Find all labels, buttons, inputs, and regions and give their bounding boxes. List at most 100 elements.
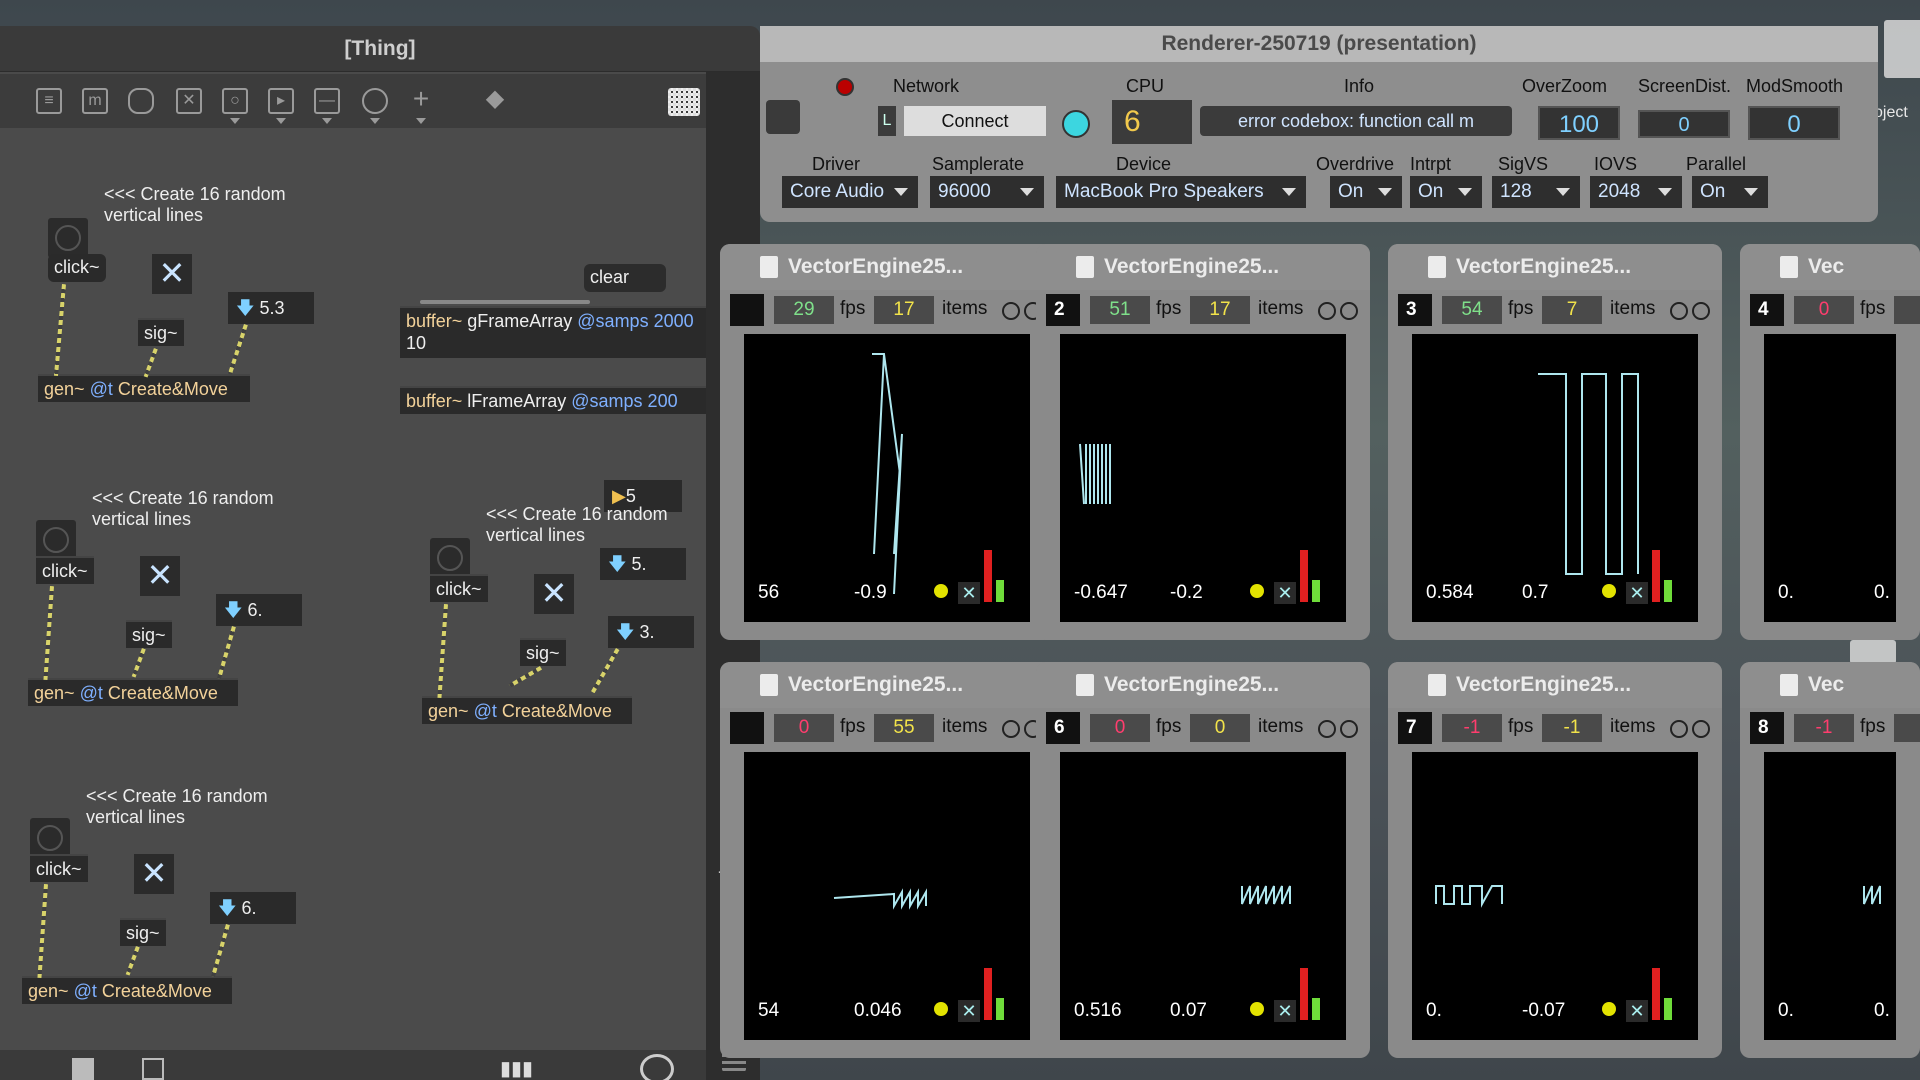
target-icon[interactable] xyxy=(1318,720,1336,738)
render-screen[interactable]: 56 -0.9 ✕ xyxy=(744,334,1030,622)
fps-number[interactable]: 51 xyxy=(1090,296,1150,324)
sigvs-dropdown[interactable]: 128 xyxy=(1492,176,1580,208)
buffer-object[interactable]: buffer~ gFrameArray @samps 2000 10 xyxy=(400,306,706,358)
fps-number[interactable]: -1 xyxy=(1794,714,1854,742)
sig-object[interactable]: sig~ xyxy=(126,620,172,648)
click-object[interactable]: click~ xyxy=(30,854,88,882)
play-circle-icon[interactable] xyxy=(640,1054,674,1080)
lock-icon[interactable] xyxy=(72,1058,94,1080)
toggle-button[interactable]: ✕ xyxy=(140,556,180,596)
number-box[interactable]: 🡇 6. xyxy=(210,892,296,924)
close-icon[interactable]: ✕ xyxy=(1626,582,1648,604)
render-screen[interactable]: 0. 0. xyxy=(1764,334,1896,622)
add-icon[interactable]: + xyxy=(408,85,434,114)
click-object[interactable]: click~ xyxy=(430,574,488,602)
fps-number[interactable]: 0 xyxy=(1794,296,1854,324)
number-box[interactable]: 🡇 3. xyxy=(608,616,694,648)
sig-object[interactable]: sig~ xyxy=(138,318,184,346)
maxpat-file-icon[interactable] xyxy=(1850,640,1896,664)
grid-icon[interactable] xyxy=(668,88,700,116)
bang-button[interactable] xyxy=(48,218,88,258)
items-number[interactable]: 17 xyxy=(874,296,934,324)
target-icon[interactable] xyxy=(1318,302,1336,320)
gen-object[interactable]: gen~ @t Create&Move xyxy=(38,374,250,402)
caret-icon[interactable] xyxy=(416,118,426,124)
overzoom-number[interactable]: 100 xyxy=(1538,106,1620,140)
items-number[interactable]: -1 xyxy=(1542,714,1602,742)
fps-number[interactable]: 29 xyxy=(774,296,834,324)
patch-cable[interactable] xyxy=(437,604,448,699)
zip-file-icon[interactable] xyxy=(1884,20,1920,78)
bang-button[interactable] xyxy=(430,538,470,578)
target-icon[interactable] xyxy=(1002,302,1020,320)
render-screen[interactable]: 54 0.046 ✕ xyxy=(744,752,1030,1040)
intrpt-dropdown[interactable]: On xyxy=(1410,176,1482,208)
caret-icon[interactable] xyxy=(370,118,380,124)
audio-on-button[interactable] xyxy=(766,100,800,134)
samplerate-dropdown[interactable]: 96000 xyxy=(930,176,1044,208)
patch-cable[interactable] xyxy=(37,884,48,979)
items-number[interactable]: 7 xyxy=(1542,296,1602,324)
connect-button[interactable]: Connect xyxy=(904,106,1046,136)
items-number[interactable]: 17 xyxy=(1190,296,1250,324)
gen-object[interactable]: gen~ @t Create&Move xyxy=(422,696,632,724)
sig-object[interactable]: sig~ xyxy=(520,638,566,666)
device-dropdown[interactable]: MacBook Pro Speakers xyxy=(1056,176,1306,208)
paint-icon[interactable]: ◆ xyxy=(482,87,508,114)
bang-button[interactable] xyxy=(30,818,70,858)
close-icon[interactable]: ✕ xyxy=(1274,582,1296,604)
patch-cable[interactable] xyxy=(508,666,542,688)
close-icon[interactable]: ✕ xyxy=(958,1000,980,1022)
modsmooth-number[interactable]: 0 xyxy=(1748,106,1840,140)
click-object[interactable]: click~ xyxy=(36,556,94,584)
close-icon[interactable]: ✕ xyxy=(1626,1000,1648,1022)
overdrive-dropdown[interactable]: On xyxy=(1330,176,1402,208)
fps-number[interactable]: 54 xyxy=(1442,296,1502,324)
patch-cable[interactable] xyxy=(211,924,230,978)
render-screen[interactable]: 0.584 0.7 ✕ xyxy=(1412,334,1698,622)
render-screen[interactable]: -0.647 -0.2 ✕ xyxy=(1060,334,1346,622)
toggle-button[interactable]: ✕ xyxy=(134,854,174,894)
fps-number[interactable]: 0 xyxy=(774,714,834,742)
render-screen[interactable]: 0. -0.07 ✕ xyxy=(1412,752,1698,1040)
number-box[interactable]: 🡇 5.3 xyxy=(228,292,314,324)
clear-message[interactable]: clear xyxy=(584,264,666,292)
presentation-icon[interactable]: ≡ xyxy=(36,88,62,114)
sig-object[interactable]: sig~ xyxy=(120,918,166,946)
target-icon[interactable] xyxy=(1670,302,1688,320)
target-icon[interactable] xyxy=(1692,302,1710,320)
patch-cable[interactable] xyxy=(43,586,54,681)
iovs-dropdown[interactable]: 2048 xyxy=(1590,176,1682,208)
bang-icon[interactable]: ○ xyxy=(222,88,248,114)
target-icon[interactable] xyxy=(1002,720,1020,738)
patch-cable[interactable] xyxy=(131,648,146,678)
message-icon[interactable]: m xyxy=(82,88,108,114)
render-screen[interactable]: 0. 0. xyxy=(1764,752,1896,1040)
items-number[interactable]: 0 xyxy=(1190,714,1250,742)
patch-cable[interactable] xyxy=(227,324,248,375)
copy-icon[interactable] xyxy=(142,1058,164,1080)
dial-icon[interactable] xyxy=(362,88,388,114)
caret-icon[interactable] xyxy=(230,118,240,124)
patch-cable[interactable] xyxy=(53,284,66,376)
buffer-object[interactable]: buffer~ lFrameArray @samps 200 xyxy=(400,386,706,414)
items-number[interactable]: 55 xyxy=(874,714,934,742)
patcher-canvas[interactable]: <<< Create 16 random vertical lines clic… xyxy=(0,128,706,1078)
fps-number[interactable]: -1 xyxy=(1442,714,1502,742)
slider-icon[interactable]: — xyxy=(314,88,340,114)
comment-icon[interactable] xyxy=(128,88,154,114)
patch-cable[interactable] xyxy=(420,300,590,304)
target-icon[interactable] xyxy=(1692,720,1710,738)
gen-object[interactable]: gen~ @t Create&Move xyxy=(22,976,232,1004)
screendist-number[interactable]: 0 xyxy=(1638,110,1730,138)
gen-object[interactable]: gen~ @t Create&Move xyxy=(28,678,238,706)
patch-cable[interactable] xyxy=(217,626,236,680)
caret-icon[interactable] xyxy=(322,118,332,124)
target-icon[interactable] xyxy=(1340,720,1358,738)
target-icon[interactable] xyxy=(1340,302,1358,320)
play-icon[interactable]: ▸ xyxy=(268,88,294,114)
items-number[interactable] xyxy=(1894,714,1920,742)
toggle-icon[interactable]: ✕ xyxy=(176,88,202,114)
l-button[interactable]: L xyxy=(878,106,896,136)
items-number[interactable] xyxy=(1894,296,1920,324)
